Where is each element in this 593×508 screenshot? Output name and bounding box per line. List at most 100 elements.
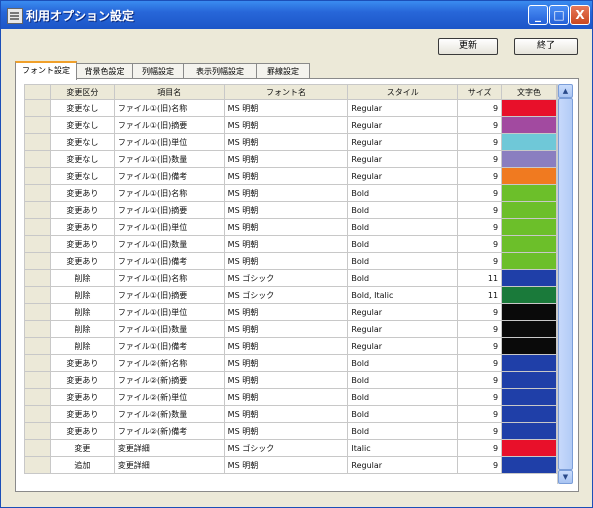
cell-font-name[interactable]: MS 明朝 xyxy=(223,354,349,372)
maximize-button[interactable]: □ xyxy=(549,5,569,25)
cell-text-color[interactable] xyxy=(501,201,557,219)
cell-style[interactable]: Bold xyxy=(347,201,459,219)
row-header[interactable] xyxy=(24,116,51,134)
cell-style[interactable]: Bold xyxy=(347,422,459,440)
cell-size[interactable]: 9 xyxy=(457,422,503,440)
cell-change-type[interactable]: 削除 xyxy=(49,337,115,355)
cell-change-type[interactable]: 変更あり xyxy=(49,405,115,423)
table-row[interactable]: 削除 ファイル①(旧)単位 MS 明朝 Regular 9 xyxy=(24,303,557,321)
cell-item-name[interactable]: ファイル①(旧)摘要 xyxy=(113,116,225,134)
cell-text-color[interactable] xyxy=(501,116,557,134)
cell-font-name[interactable]: MS 明朝 xyxy=(223,235,349,253)
cell-size[interactable]: 9 xyxy=(457,116,503,134)
row-header[interactable] xyxy=(24,388,51,406)
cell-change-type[interactable]: 変更あり xyxy=(49,235,115,253)
tab-column-width[interactable]: 列幅設定 xyxy=(132,63,184,79)
cell-text-color[interactable] xyxy=(501,354,557,372)
row-header[interactable] xyxy=(24,337,51,355)
minimize-button[interactable]: _ xyxy=(528,5,548,25)
cell-size[interactable]: 9 xyxy=(457,371,503,389)
cell-size[interactable]: 9 xyxy=(457,405,503,423)
vertical-scrollbar[interactable]: ▲ ▼ xyxy=(557,84,573,484)
cell-change-type[interactable]: 変更あり xyxy=(49,252,115,270)
row-header[interactable] xyxy=(24,439,51,457)
cell-change-type[interactable]: 変更なし xyxy=(49,150,115,168)
cell-change-type[interactable]: 変更あり xyxy=(49,371,115,389)
cell-font-name[interactable]: MS 明朝 xyxy=(223,167,349,185)
cell-style[interactable]: Regular xyxy=(347,116,459,134)
table-row[interactable]: 変更なし ファイル①(旧)備考 MS 明朝 Regular 9 xyxy=(24,167,557,185)
cell-change-type[interactable]: 変更なし xyxy=(49,116,115,134)
update-button[interactable]: 更新 xyxy=(438,38,498,55)
cell-change-type[interactable]: 削除 xyxy=(49,269,115,287)
cell-style[interactable]: Bold, Italic xyxy=(347,286,459,304)
cell-size[interactable]: 9 xyxy=(457,99,503,117)
cell-font-name[interactable]: MS 明朝 xyxy=(223,133,349,151)
cell-item-name[interactable]: ファイル①(旧)数量 xyxy=(113,150,225,168)
table-row[interactable]: 削除 ファイル①(旧)名称 MS ゴシック Bold 11 xyxy=(24,269,557,287)
cell-change-type[interactable]: 追加 xyxy=(49,456,115,474)
cell-font-name[interactable]: MS ゴシック xyxy=(223,439,349,457)
cell-font-name[interactable]: MS ゴシック xyxy=(223,269,349,287)
cell-font-name[interactable]: MS 明朝 xyxy=(223,337,349,355)
cell-item-name[interactable]: ファイル②(新)数量 xyxy=(113,405,225,423)
cell-style[interactable]: Regular xyxy=(347,320,459,338)
cell-size[interactable]: 9 xyxy=(457,235,503,253)
row-header[interactable] xyxy=(24,320,51,338)
tab-display-column-width[interactable]: 表示列幅設定 xyxy=(183,63,257,79)
cell-size[interactable]: 9 xyxy=(457,320,503,338)
cell-item-name[interactable]: ファイル②(新)名称 xyxy=(113,354,225,372)
cell-text-color[interactable] xyxy=(501,150,557,168)
cell-font-name[interactable]: MS ゴシック xyxy=(223,286,349,304)
cell-item-name[interactable]: ファイル①(旧)数量 xyxy=(113,320,225,338)
cell-item-name[interactable]: ファイル①(旧)摘要 xyxy=(113,201,225,219)
row-header[interactable] xyxy=(24,201,51,219)
cell-size[interactable]: 9 xyxy=(457,218,503,236)
cell-change-type[interactable]: 変更なし xyxy=(49,99,115,117)
cell-style[interactable]: Regular xyxy=(347,456,459,474)
cell-text-color[interactable] xyxy=(501,235,557,253)
row-header[interactable] xyxy=(24,167,51,185)
cell-style[interactable]: Bold xyxy=(347,218,459,236)
cell-item-name[interactable]: ファイル①(旧)備考 xyxy=(113,167,225,185)
header-font-name[interactable]: フォント名 xyxy=(223,84,349,100)
cell-style[interactable]: Regular xyxy=(347,337,459,355)
cell-style[interactable]: Regular xyxy=(347,303,459,321)
cell-size[interactable]: 9 xyxy=(457,167,503,185)
header-size[interactable]: サイズ xyxy=(457,84,503,100)
cell-size[interactable]: 9 xyxy=(457,201,503,219)
cell-item-name[interactable]: ファイル①(旧)数量 xyxy=(113,235,225,253)
cell-style[interactable]: Regular xyxy=(347,150,459,168)
cell-font-name[interactable]: MS 明朝 xyxy=(223,320,349,338)
cell-font-name[interactable]: MS 明朝 xyxy=(223,184,349,202)
cell-change-type[interactable]: 変更あり xyxy=(49,388,115,406)
cell-item-name[interactable]: ファイル①(旧)備考 xyxy=(113,252,225,270)
cell-change-type[interactable]: 変更あり xyxy=(49,201,115,219)
row-header[interactable] xyxy=(24,269,51,287)
row-header[interactable] xyxy=(24,405,51,423)
table-row[interactable]: 変更あり ファイル②(新)備考 MS 明朝 Bold 9 xyxy=(24,422,557,440)
header-change-type[interactable]: 変更区分 xyxy=(49,84,115,100)
tab-background-color[interactable]: 背景色設定 xyxy=(76,63,133,79)
scroll-thumb[interactable] xyxy=(558,98,573,470)
cell-change-type[interactable]: 変更あり xyxy=(49,218,115,236)
cell-item-name[interactable]: ファイル②(新)摘要 xyxy=(113,371,225,389)
cell-item-name[interactable]: ファイル①(旧)名称 xyxy=(113,269,225,287)
cell-font-name[interactable]: MS 明朝 xyxy=(223,388,349,406)
cell-change-type[interactable]: 変更あり xyxy=(49,422,115,440)
cell-change-type[interactable]: 変更なし xyxy=(49,133,115,151)
cell-style[interactable]: Regular xyxy=(347,167,459,185)
cell-change-type[interactable]: 削除 xyxy=(49,303,115,321)
cell-text-color[interactable] xyxy=(501,167,557,185)
cell-change-type[interactable]: 削除 xyxy=(49,320,115,338)
cell-font-name[interactable]: MS 明朝 xyxy=(223,201,349,219)
cell-font-name[interactable]: MS 明朝 xyxy=(223,116,349,134)
cell-item-name[interactable]: ファイル①(旧)摘要 xyxy=(113,286,225,304)
cell-size[interactable]: 9 xyxy=(457,354,503,372)
cell-item-name[interactable]: 変更詳細 xyxy=(113,439,225,457)
cell-size[interactable]: 9 xyxy=(457,252,503,270)
row-header[interactable] xyxy=(24,235,51,253)
cell-font-name[interactable]: MS 明朝 xyxy=(223,371,349,389)
cell-item-name[interactable]: ファイル①(旧)単位 xyxy=(113,133,225,151)
cell-size[interactable]: 9 xyxy=(457,150,503,168)
